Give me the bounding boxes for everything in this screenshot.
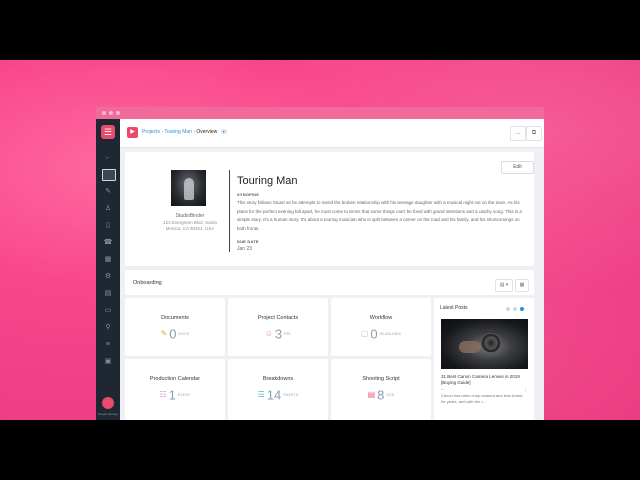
breadcrumb-current: Overview [196,129,218,135]
app-window: ☰ ← ✎ ♙ ▯ ☎ ▦ ⚙ ▤ ▭ ⚲ ≡ ▣ Neoda Horsley … [96,107,544,420]
topbar: ▶ Projects › Touring Man › Overview ▾ … … [120,119,544,148]
filter-dropdown[interactable]: ▤ ▾ [495,279,513,292]
window-dot [102,111,106,115]
back-arrow-icon[interactable]: ← [96,153,120,163]
carousel-dot-active[interactable] [520,307,524,311]
latest-posts-card: Latest Posts 31 Best Canon Camera Lenses… [434,298,534,420]
overview-icon[interactable] [102,169,116,181]
logo-icon[interactable]: ☰ [101,125,115,139]
tile-title: Workflow [369,315,393,321]
image-hand [459,341,481,353]
tile-value: ☺ 3 PPL [228,325,328,343]
project-card: Edit StudioBinder 123 Evergreen Blvd, Sa… [125,152,534,266]
tile-value: ▢ 0 DEADLINES [331,325,431,343]
tile-value: ☰ 14 SHEETS [228,386,328,404]
tile-project-contacts[interactable]: Project Contacts ☺ 3 PPL [228,298,328,356]
tile-breakdowns[interactable]: Breakdowns ☰ 14 SHEETS [228,359,328,420]
main-content: Edit StudioBinder 123 Evergreen Blvd, Sa… [120,148,544,420]
tile-unit: EVENT [177,392,191,397]
post-image[interactable] [441,319,528,369]
studio-name: StudioBinder [175,213,205,219]
carousel-dot[interactable] [513,307,517,311]
post-excerpt: Canon has been a top camera and lens bra… [441,393,523,404]
tile-title: Production Calendar [149,376,201,382]
film-icon[interactable]: ▣ [96,357,120,367]
sidebar: ☰ ← ✎ ♙ ▯ ☎ ▦ ⚙ ▤ ▭ ⚲ ≡ ▣ Neoda Horsley [96,119,120,420]
project-poster [171,170,206,206]
tile-value: ☷ 1 EVENT [125,386,225,404]
breadcrumb-dropdown[interactable]: ▾ [220,129,227,134]
share-button[interactable]: ⧉ [526,126,542,141]
post-title[interactable]: 31 Best Canon Camera Lenses in 2019 [Buy… [441,374,529,386]
user-name: Neoda Horsley [98,412,118,416]
tile-title: Shooting Script [362,376,400,382]
breadcrumb-project[interactable]: Touring Man [164,129,192,135]
contacts-icon: ☺ [264,329,273,339]
pencil-icon[interactable]: ✎ [96,187,120,197]
tile-production-calendar[interactable]: Production Calendar ☷ 1 EVENT [125,359,225,420]
tile-unit: DOCS [178,331,190,336]
tile-number: 8 [377,387,385,403]
window-titlebar [96,107,544,119]
location-icon[interactable]: ⚲ [96,323,120,333]
tile-unit: PPL [284,331,292,336]
tile-shooting-script[interactable]: Shooting Script ▤ 8 SCN [331,359,431,420]
storyboard-icon[interactable]: ▤ [96,289,120,299]
due-date-label: DUE DATE [237,239,259,244]
breadcrumb-projects[interactable]: Projects [142,129,160,135]
image-lens [481,333,501,353]
script-icon: ▤ [367,390,376,400]
list-icon[interactable]: ≡ [96,340,120,350]
schedule-icon[interactable]: ▭ [96,306,120,316]
settings-icon[interactable]: ⚙ [96,272,120,282]
more-button[interactable]: … [510,126,526,141]
edit-button[interactable]: Edit [501,161,534,174]
project-title: Touring Man [237,175,298,187]
calendar-icon[interactable]: ▦ [96,255,120,265]
tile-number: 0 [169,326,177,342]
window-dot [116,111,120,115]
post-more-icon[interactable]: ⋮ [523,387,528,393]
tile-title: Project Contacts [257,315,299,321]
book-icon[interactable]: ▯ [96,221,120,231]
workflow-icon: ▢ [360,329,369,339]
breadcrumb: Projects › Touring Man › Overview ▾ [142,129,227,135]
poster-figure [184,178,194,200]
latest-posts-title: Latest Posts [440,305,468,311]
pencil-icon: ✎ [160,329,168,339]
studio-address: 123 Evergreen Blvd, Santa Monica, CA 904… [163,220,217,231]
project-icon[interactable]: ▶ [127,127,138,138]
tile-value: ✎ 0 DOCS [125,325,225,343]
tile-number: 3 [274,326,283,342]
onboarding-title: Onboarding [133,280,162,286]
tile-title: Documents [161,315,189,321]
window-dot [109,111,113,115]
synopsis-label: SYNOPSIS [237,192,260,197]
calendar-view-button[interactable]: ▦ [515,279,529,292]
tile-number: 14 [266,387,282,403]
tile-unit: SCN [386,392,395,397]
divider [229,170,230,252]
due-date-value: Jan 23 [237,246,253,252]
post-date: — [441,387,445,391]
tile-documents[interactable]: Documents ✎ 0 DOCS [125,298,225,356]
carousel-dot[interactable] [506,307,510,311]
phone-icon[interactable]: ☎ [96,238,120,248]
tile-unit: DEADLINES [379,331,402,336]
avatar[interactable] [102,397,114,409]
tile-workflow[interactable]: Workflow ▢ 0 DEADLINES [331,298,431,356]
tile-unit: SHEETS [283,392,299,397]
synopsis-text: This story follows Stuart as he attempts… [237,200,522,231]
calendar-icon: ☷ [159,390,167,400]
tile-number: 0 [370,326,378,342]
tile-value: ▤ 8 SCN [331,386,431,404]
tile-number: 1 [168,387,176,403]
user-icon[interactable]: ♙ [96,204,120,214]
tile-title: Breakdowns [262,376,294,382]
onboarding-header: Onboarding ▤ ▾ ▦ [125,270,534,295]
breakdowns-icon: ☰ [257,390,265,400]
